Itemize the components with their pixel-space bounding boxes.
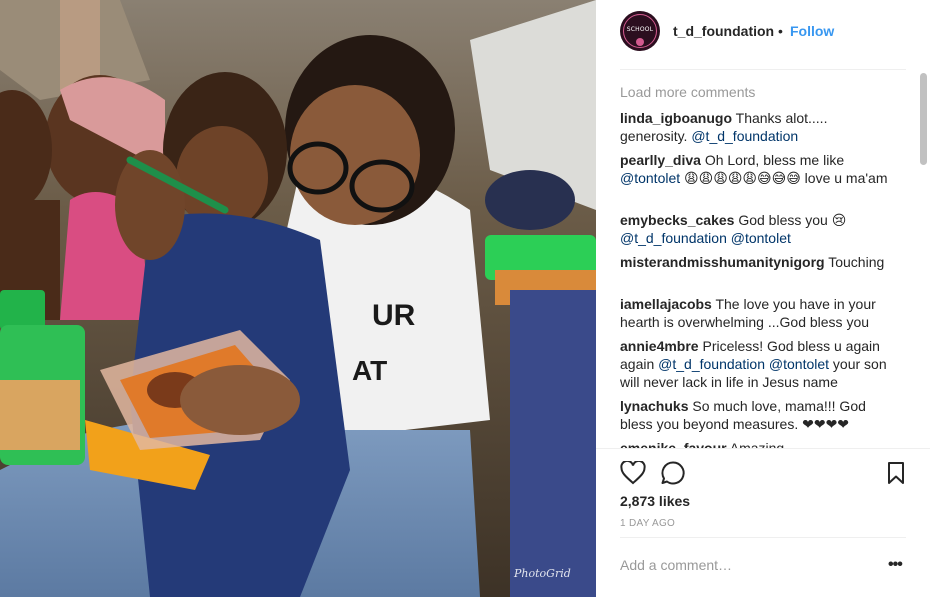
follow-button[interactable]: Follow — [790, 23, 834, 39]
comment-item: misterandmisshumanitynigorg Touching — [620, 253, 896, 271]
comment-text: Amazing — [729, 440, 785, 448]
avatar-logo-mark — [636, 38, 644, 46]
load-more-comments-link[interactable]: Load more comments — [620, 84, 755, 100]
likes-count[interactable]: 2,873 likes — [620, 493, 690, 509]
comment-mention[interactable]: @tontolet — [620, 170, 680, 186]
comment-item: emybecks_cakes God bless you 😢 @t_d_foun… — [620, 211, 896, 247]
comment-author[interactable]: emenike_favour — [620, 440, 727, 448]
comment-item: emenike_favour Amazing — [620, 439, 896, 448]
add-comment-input[interactable] — [620, 554, 870, 576]
comment-text-tail: 😩😩😩😩😩😅😅😅 love u ma'am — [680, 170, 888, 186]
comment-author[interactable]: misterandmisshumanitynigorg — [620, 254, 825, 270]
header-separator: • — [778, 23, 783, 39]
comment-mention[interactable]: @t_d_foundation @tontolet — [620, 230, 791, 246]
comment-author[interactable]: emybecks_cakes — [620, 212, 734, 228]
post-timestamp[interactable]: 1 DAY AGO — [620, 518, 675, 529]
shirt-print-top: UR — [372, 299, 416, 332]
comment-author[interactable]: linda_igboanugo — [620, 110, 732, 126]
comment-item: linda_igboanugo Thanks alot..... generos… — [620, 109, 896, 145]
comment-text: Oh Lord, bless me like — [704, 152, 845, 168]
shirt-print-bottom: AT — [352, 355, 387, 386]
post-actions: 2,873 likes 1 DAY AGO ••• — [596, 448, 930, 597]
comment-author[interactable]: annie4mbre — [620, 338, 699, 354]
avatar-logo-text: SCHOOL — [626, 26, 654, 33]
more-options-icon[interactable]: ••• — [888, 556, 903, 574]
post-username[interactable]: t_d_foundation — [673, 23, 774, 39]
comment-author[interactable]: lynachuks — [620, 398, 688, 414]
bookmark-icon[interactable] — [886, 461, 906, 490]
post-side-panel: SCHOOL t_d_foundation • Follow Load more… — [596, 0, 930, 597]
add-comment-bar: ••• — [620, 537, 906, 592]
comment-author[interactable]: iamellajacobs — [620, 296, 712, 312]
comments-scrollbar[interactable] — [920, 73, 927, 165]
comment-item: annie4mbre Priceless! God bless u again … — [620, 337, 896, 391]
comment-mention[interactable]: @t_d_foundation — [691, 128, 798, 144]
comment-text: God bless you 😢 — [738, 212, 847, 228]
comment-item: iamellajacobs The love you have in your … — [620, 295, 896, 331]
photo-watermark: PhotoGrid — [514, 567, 571, 580]
comment-mention[interactable]: @t_d_foundation @tontolet — [658, 356, 829, 372]
comment-text: Touching — [828, 254, 885, 270]
comment-item: lynachuks So much love, mama!!! God bles… — [620, 397, 896, 433]
post-photo[interactable]: UR AT PhotoGrid — [0, 0, 596, 597]
heart-icon[interactable] — [620, 459, 646, 490]
comment-author[interactable]: pearlly_diva — [620, 152, 701, 168]
comment-icon[interactable] — [660, 460, 686, 491]
comment-item: pearlly_diva Oh Lord, bless me like @ton… — [620, 151, 896, 187]
post-header: SCHOOL t_d_foundation • Follow — [596, 0, 930, 70]
avatar[interactable]: SCHOOL — [620, 11, 660, 51]
comments-list[interactable]: Load more comments linda_igboanugo Thank… — [620, 70, 916, 448]
post-photo-illustration: UR AT — [0, 0, 596, 597]
